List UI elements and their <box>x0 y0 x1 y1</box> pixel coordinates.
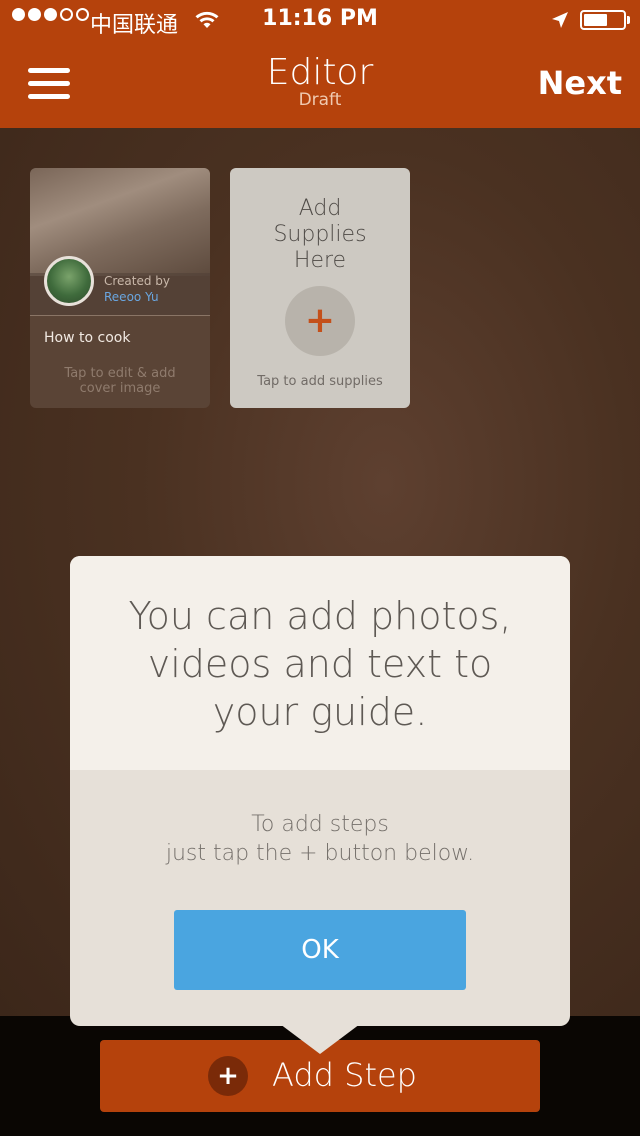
tooltip-body: To add steps just tap the + button below… <box>90 810 550 868</box>
location-arrow-icon <box>550 10 570 36</box>
add-step-label: Add Step <box>272 1056 417 1094</box>
battery-icon <box>580 10 626 30</box>
status-bar: 中国联通 11:16 PM <box>0 0 640 40</box>
supplies-title-line3: Here <box>293 248 347 273</box>
next-button[interactable]: Next <box>538 64 622 102</box>
tooltip-headline-line3: your guide. <box>212 690 428 734</box>
tooltip-arrow <box>280 1024 360 1054</box>
cover-hint-line1: Tap to edit & add <box>64 366 176 381</box>
cover-hint: Tap to edit & add cover image <box>30 366 210 396</box>
add-supplies-button[interactable]: + <box>285 286 355 356</box>
avatar <box>44 256 94 306</box>
battery-level <box>584 14 607 26</box>
cover-hint-line2: cover image <box>79 381 161 396</box>
tooltip-headline: You can add photos, videos and text to y… <box>90 592 550 736</box>
cover-card[interactable]: Created by Reeoo Yu How to cook Tap to e… <box>30 168 210 408</box>
author-link[interactable]: Reeoo Yu <box>104 290 159 304</box>
onboarding-tooltip: You can add photos, videos and text to y… <box>70 556 570 1054</box>
ok-button[interactable]: OK <box>174 910 466 990</box>
plus-icon: + <box>304 300 336 341</box>
plus-icon: + <box>208 1056 248 1096</box>
divider <box>30 315 210 316</box>
supplies-title: Add Supplies Here <box>230 196 410 274</box>
supplies-title-line2: Supplies <box>273 222 367 247</box>
supplies-card[interactable]: Add Supplies Here + Tap to add supplies <box>230 168 410 408</box>
battery-tip <box>627 16 630 24</box>
tooltip-headline-line2: videos and text to <box>147 642 493 686</box>
guide-title: How to cook <box>44 330 131 346</box>
tooltip-body-line2: just tap the + button below. <box>165 841 475 866</box>
status-time: 11:16 PM <box>262 6 378 31</box>
created-by-label: Created by <box>104 274 171 288</box>
app-header: 中国联通 11:16 PM Editor Draft Next <box>0 0 640 128</box>
supplies-hint: Tap to add supplies <box>257 374 383 389</box>
tooltip-body-line1: To add steps <box>251 812 389 837</box>
supplies-title-line1: Add <box>298 196 342 221</box>
tooltip-header: You can add photos, videos and text to y… <box>70 556 570 770</box>
tooltip-headline-line1: You can add photos, <box>128 594 512 638</box>
